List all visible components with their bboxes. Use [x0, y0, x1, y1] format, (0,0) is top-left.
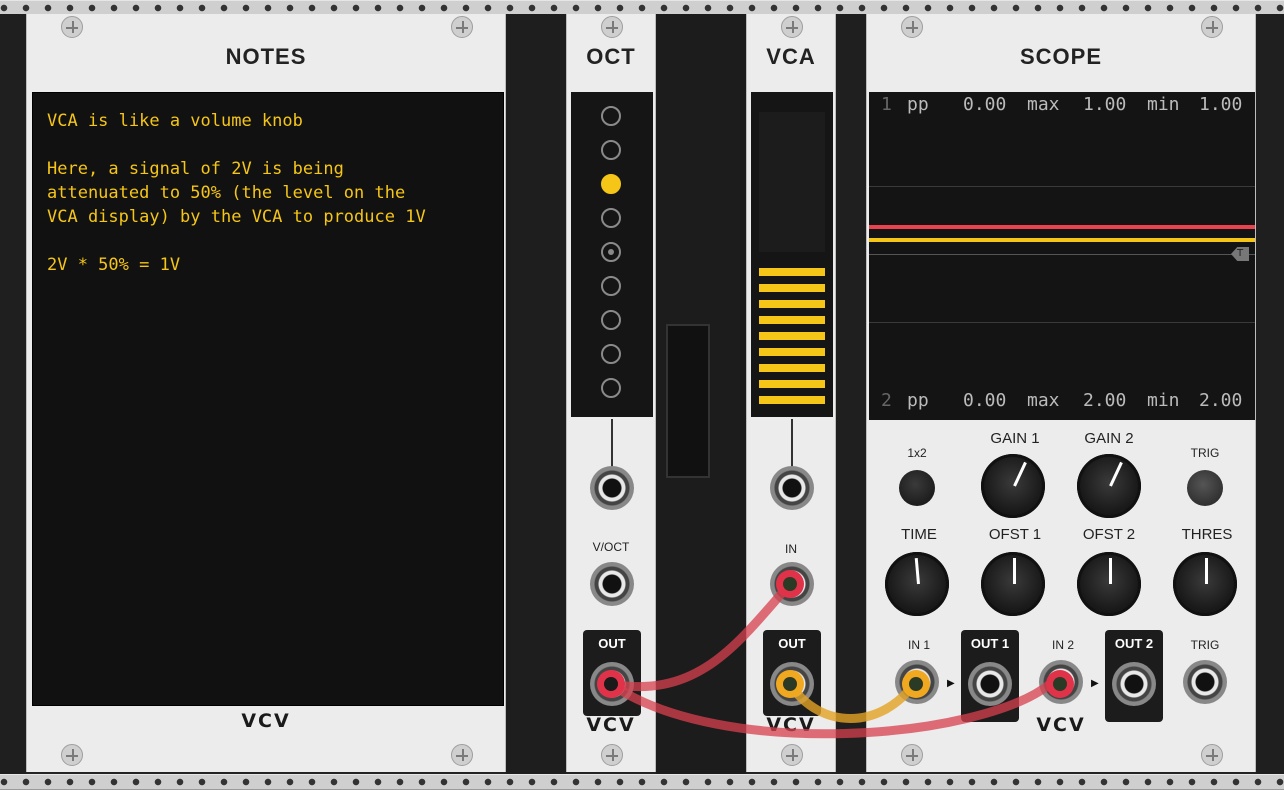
cable-oct-to-scope-in2[interactable] [606, 679, 1055, 739]
cable-oct-to-vca[interactable] [606, 579, 795, 692]
cable-vca-to-scope-in1[interactable] [785, 679, 919, 723]
patch-cables [597, 570, 1074, 739]
